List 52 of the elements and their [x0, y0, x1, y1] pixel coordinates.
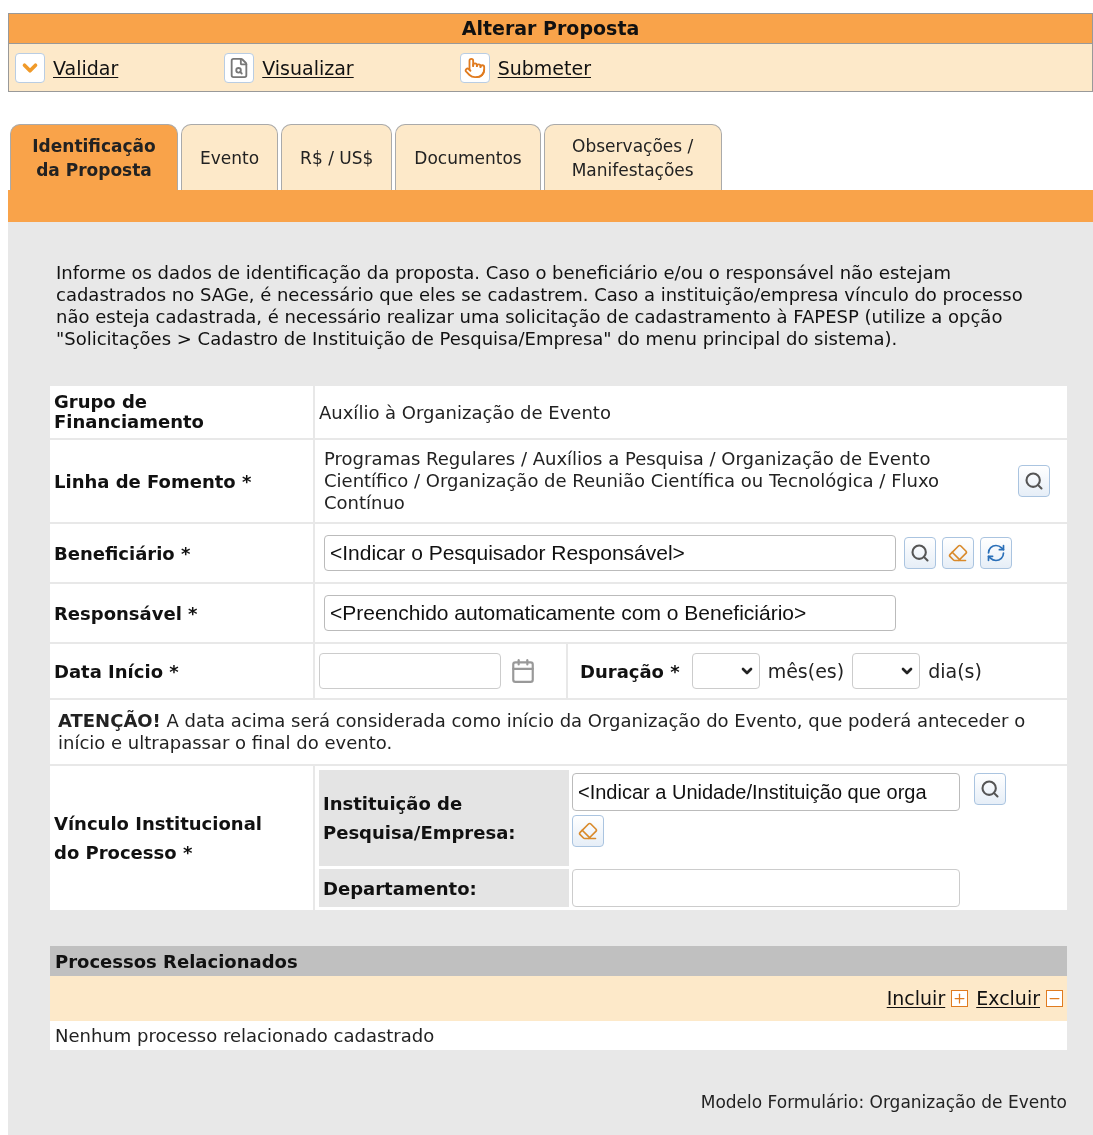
field-label: Responsável * [50, 584, 315, 642]
minus-icon [1046, 990, 1063, 1007]
refresh-icon [986, 543, 1006, 563]
toolbar-link[interactable]: Visualizar [224, 52, 354, 83]
unit-text: mês(es) [767, 658, 845, 684]
search-button[interactable] [904, 537, 936, 569]
field-label: Grupo de Financiamento [50, 386, 315, 438]
warning-text: ATENÇÃO! A data acima será considerada como início da Organização do Evento, que poderá anteceder o início e ultrapassar o final do evento. [58, 710, 1027, 754]
field-label: Data Início * [50, 644, 315, 698]
empty-message: Nenhum processo relacionado cadastrado [55, 1024, 435, 1048]
toolbar-link[interactable]: Submeter [459, 52, 591, 83]
field-label: Instituição de Pesquisa/Empresa: [319, 770, 569, 866]
eraser-button[interactable] [942, 537, 974, 569]
date-field[interactable] [319, 653, 501, 689]
field-label: Linha de Fomento * [50, 440, 315, 522]
action-link[interactable]: Incluir [886, 984, 969, 1013]
department-field[interactable] [572, 869, 960, 907]
tab[interactable]: Evento [181, 124, 279, 190]
search-button[interactable] [1018, 465, 1050, 497]
footer-text: Modelo Formulário: Organização de Evento [700, 1091, 1067, 1114]
unit-text: dia(s) [928, 658, 982, 684]
search-icon [910, 543, 930, 563]
intro-text: Informe os dados de identificação da proposta. Caso o beneficiário e/ou o responsável não estejam cadastrados no SAGe, é necessário que eles se cadastrem. Caso a instituição/empresa vínculo do processo não esteja cadastrada, é necessário realizar uma solicitação de cadastramento à FAPESP (utilize a opção "Solicitações > Cadastro de Instituição de Pesquisa/Empresa" do menu principal do sistema). [55, 262, 1024, 350]
search-icon [980, 779, 1000, 799]
days-select[interactable] [852, 653, 921, 689]
field-value: Auxílio à Organização de Evento [318, 400, 612, 425]
months-select[interactable] [691, 653, 760, 689]
tab[interactable]: Identificação da Proposta [10, 124, 178, 190]
field-label: Departamento: [319, 869, 569, 907]
eraser-icon [578, 821, 598, 841]
action-link[interactable]: Excluir [976, 984, 1063, 1013]
responsible-field[interactable]: <Preenchido automaticamente com o Beneficiário> [324, 595, 896, 631]
window-title: Alterar Proposta [9, 14, 1092, 44]
search-icon [1024, 471, 1044, 491]
section-header: Processos Relacionados [50, 946, 1067, 976]
field-value: Programas Regulares / Auxílios a Pesquisa / Organização de Evento Científico / Organização de Reunião Científica ou Tecnológica / Fluxo Contínuo [324, 448, 940, 514]
tab[interactable]: R$ / US$ [281, 124, 393, 190]
calendar-button[interactable] [509, 657, 537, 685]
institution-field[interactable]: <Indicar a Unidade/Instituição que orga [572, 773, 960, 811]
refresh-button[interactable] [980, 537, 1012, 569]
tab[interactable]: Documentos [395, 124, 541, 190]
field-label: Beneficiário * [50, 524, 315, 582]
plus-icon [951, 990, 969, 1007]
pointer-icon [463, 56, 486, 79]
eraser-icon [948, 543, 968, 563]
search-button[interactable] [974, 773, 1006, 805]
tab[interactable]: Observações / Manifestações [543, 124, 722, 190]
toolbar-link[interactable]: Validar [15, 52, 119, 83]
field-label: Vínculo Institucional do Processo * [50, 766, 315, 910]
field-label: Duração * [579, 659, 681, 684]
beneficiary-field[interactable]: <Indicar o Pesquisador Responsável> [324, 535, 896, 571]
eraser-button[interactable] [572, 815, 604, 847]
